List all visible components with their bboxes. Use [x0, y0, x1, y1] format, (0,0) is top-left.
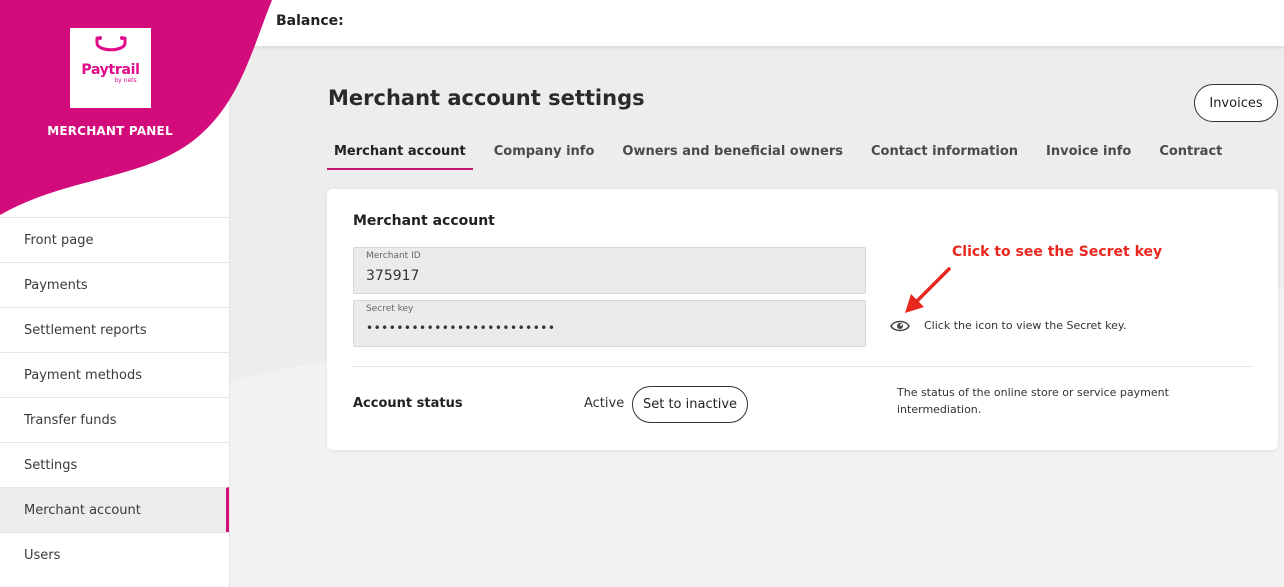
tab-contract[interactable]: Contract — [1152, 140, 1229, 170]
sidebar-item-label: Merchant account — [24, 502, 141, 518]
page-title: Merchant account settings — [328, 86, 645, 110]
eye-hint-text: Click the icon to view the Secret key. — [924, 319, 1127, 332]
sidebar-nav: Front page Payments Settlement reports P… — [0, 217, 229, 577]
red-arrow-icon — [905, 267, 951, 313]
sidebar-item-settlement-reports[interactable]: Settlement reports — [0, 307, 229, 352]
tab-contact-information[interactable]: Contact information — [864, 140, 1025, 170]
sidebar-item-transfer-funds[interactable]: Transfer funds — [0, 397, 229, 442]
shopping-bag-icon — [95, 36, 126, 52]
sidebar-item-settings[interactable]: Settings — [0, 442, 229, 487]
secret-key-field[interactable]: Secret key ••••••••••••••••••••••••• — [353, 300, 866, 347]
secret-key-value: ••••••••••••••••••••••••• — [366, 321, 556, 335]
sidebar-item-label: Front page — [24, 232, 94, 248]
sidebar-item-payments[interactable]: Payments — [0, 262, 229, 307]
sidebar-item-merchant-account[interactable]: Merchant account — [0, 487, 229, 532]
balance-label: Balance: — [276, 13, 344, 29]
sidebar-item-label: Users — [24, 547, 61, 563]
sidebar-item-users[interactable]: Users — [0, 532, 229, 577]
tab-bar: Merchant account Company info Owners and… — [327, 140, 1243, 170]
invoices-button[interactable]: Invoices — [1194, 84, 1278, 122]
sidebar-item-label: Payment methods — [24, 367, 143, 383]
eye-icon[interactable] — [890, 318, 910, 334]
card-title: Merchant account — [353, 213, 495, 229]
sidebar-item-label: Payments — [24, 277, 88, 293]
account-status-value: Active — [584, 396, 625, 411]
tab-merchant-account[interactable]: Merchant account — [327, 140, 473, 170]
merchant-account-card: Merchant account Merchant ID 375917 Secr… — [327, 189, 1278, 450]
sidebar: Paytrail by nets MERCHANT PANEL Front pa… — [0, 0, 272, 587]
set-inactive-button[interactable]: Set to inactive — [632, 386, 748, 423]
merchant-id-field[interactable]: Merchant ID 375917 — [353, 247, 866, 294]
logo-text: Paytrail — [81, 62, 140, 78]
tab-owners[interactable]: Owners and beneficial owners — [615, 140, 850, 170]
logo-subtext: by nets — [114, 77, 137, 84]
sidebar-item-payment-methods[interactable]: Payment methods — [0, 352, 229, 397]
sidebar-item-label: Settlement reports — [24, 322, 147, 338]
merchant-id-value: 375917 — [366, 268, 420, 284]
divider — [353, 366, 1253, 367]
tab-company-info[interactable]: Company info — [487, 140, 602, 170]
account-status-description: The status of the online store or servic… — [897, 386, 1169, 416]
secret-key-label: Secret key — [366, 304, 414, 314]
annotation-text: Click to see the Secret key — [952, 244, 1163, 260]
tab-invoice-info[interactable]: Invoice info — [1039, 140, 1138, 170]
sidebar-item-label: Settings — [24, 457, 78, 473]
panel-label: MERCHANT PANEL — [47, 124, 173, 138]
sidebar-item-label: Transfer funds — [24, 412, 117, 428]
top-bar: Balance: — [230, 0, 1284, 46]
merchant-id-label: Merchant ID — [366, 251, 421, 261]
logo[interactable]: Paytrail by nets — [70, 28, 151, 108]
account-status-label: Account status — [353, 396, 463, 411]
